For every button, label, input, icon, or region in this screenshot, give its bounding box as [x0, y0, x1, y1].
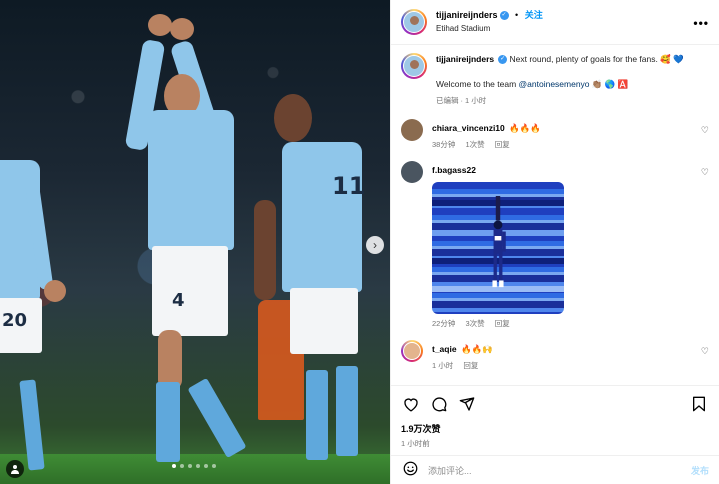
bookmark-save-icon[interactable] — [689, 394, 709, 414]
comment-text: 🔥🔥🔥 — [509, 123, 541, 133]
comments-list[interactable]: tijjanireijnders ✓ Next round, plenty of … — [391, 45, 719, 385]
comment-item: f.bagass22 22分钟 3次赞 回复 ♡ — [401, 161, 709, 330]
shirt-number: 4 — [172, 290, 185, 311]
caption-line-1: Next round, plenty of goals for the fans… — [509, 54, 684, 64]
likes-count[interactable]: 1.9万次赞 — [401, 422, 709, 435]
author-avatar[interactable] — [401, 9, 427, 35]
comment-gif-image[interactable] — [432, 182, 564, 314]
add-comment-bar: 添加评论... 发布 — [391, 455, 719, 484]
carousel-dots — [172, 464, 216, 468]
commenter-avatar[interactable] — [401, 161, 423, 183]
caption-time: 1 小时 — [465, 96, 487, 105]
comment-item: t_aqie 🔥🔥🙌 1 小时 回复 ♡ — [401, 340, 709, 372]
caption: tijjanireijnders ✓ Next round, plenty of … — [401, 53, 709, 107]
shirt-number: 20 — [2, 310, 28, 331]
emoji-picker-icon[interactable] — [401, 461, 419, 479]
share-send-icon[interactable] — [457, 394, 477, 414]
carousel-dot — [188, 464, 192, 468]
like-heart-icon[interactable] — [401, 394, 421, 414]
carousel-dot — [196, 464, 200, 468]
dot-separator: · — [460, 96, 464, 105]
comment-item: chiara_vincenzi10 🔥🔥🔥 38分钟 1次赞 回复 ♡ — [401, 119, 709, 151]
reply-button[interactable]: 回复 — [495, 140, 510, 149]
person-tag-icon[interactable] — [6, 460, 24, 478]
shirt-number: 11 — [332, 172, 366, 200]
player-left: 20 — [0, 150, 80, 480]
post-actions: 1.9万次赞 1 小时前 — [391, 385, 719, 455]
like-comment-icon[interactable]: ♡ — [701, 346, 709, 357]
carousel-dot — [204, 464, 208, 468]
comment-time: 22分钟 — [432, 319, 456, 328]
ranger-figure — [492, 196, 506, 288]
reply-button[interactable]: 回复 — [463, 361, 478, 370]
location-link[interactable]: Etihad Stadium — [436, 22, 543, 35]
reply-button[interactable]: 回复 — [495, 319, 510, 328]
post-side-panel: tijjanireijnders ✓ • 关注 Etihad Stadium ••… — [390, 0, 719, 484]
comment-likes[interactable]: 3次赞 — [465, 319, 484, 328]
comment-bubble-icon[interactable] — [429, 394, 449, 414]
comment-username[interactable]: chiara_vincenzi10 — [432, 123, 505, 133]
post-timestamp: 1 小时前 — [401, 439, 430, 448]
carousel-dot — [180, 464, 184, 468]
carousel-dot — [212, 464, 216, 468]
comment-username[interactable]: f.bagass22 — [432, 165, 476, 175]
verified-badge-icon: ✓ — [499, 11, 509, 21]
player-right: 11 — [250, 90, 370, 470]
commenter-avatar[interactable] — [401, 119, 423, 141]
mention-link[interactable]: @antoinesemenyo — [519, 79, 590, 89]
follow-button[interactable]: 关注 — [525, 10, 543, 20]
caption-username[interactable]: tijjanireijnders — [436, 54, 494, 64]
carousel-dot — [172, 464, 176, 468]
commenter-avatar[interactable] — [401, 340, 423, 362]
like-comment-icon[interactable]: ♡ — [701, 167, 709, 178]
edited-label: 已编辑 — [436, 96, 459, 105]
post-comment-button[interactable]: 发布 — [691, 464, 709, 477]
like-comment-icon[interactable]: ♡ — [701, 125, 709, 136]
post-photo[interactable]: 20 4 11 › — [0, 0, 390, 484]
caption-line-2-suffix: 👏🏽 🌎 🅰️ — [589, 79, 629, 89]
comment-time: 1 小时 — [432, 361, 454, 370]
comment-username[interactable]: t_aqie — [432, 344, 457, 354]
next-photo-button[interactable]: › — [366, 236, 384, 254]
post-header: tijjanireijnders ✓ • 关注 Etihad Stadium ••… — [391, 0, 719, 45]
verified-badge-icon: ✓ — [498, 55, 508, 65]
caption-line-2-prefix: Welcome to the team — [436, 79, 519, 89]
comment-text: 🔥🔥🙌 — [460, 344, 493, 354]
comment-likes[interactable]: 1次赞 — [465, 140, 484, 149]
author-username[interactable]: tijjanireijnders — [436, 10, 498, 20]
comment-input[interactable]: 添加评论... — [428, 464, 691, 477]
caption-avatar[interactable] — [401, 53, 427, 79]
more-options-icon[interactable]: ••• — [693, 16, 709, 30]
comment-time: 38分钟 — [432, 140, 456, 149]
separator: • — [515, 10, 519, 20]
